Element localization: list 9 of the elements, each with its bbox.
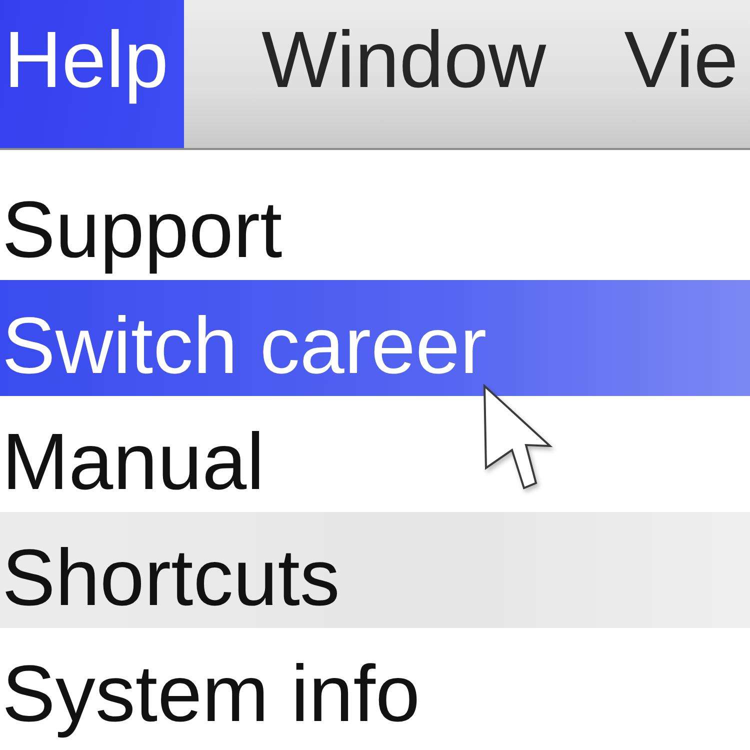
menu-bar-item[interactable]: Vie — [624, 0, 738, 148]
menu-item[interactable]: Switch career — [0, 280, 750, 396]
menu-item[interactable]: Support — [0, 164, 750, 280]
menu-item[interactable]: Manual — [0, 396, 750, 512]
menu-item[interactable]: System info — [0, 628, 750, 744]
menu-bar-item[interactable]: Help — [0, 0, 184, 148]
menu-bar-item[interactable]: Window — [262, 0, 546, 148]
menu-item[interactable]: Shortcuts — [0, 512, 750, 628]
arrow-cursor-icon — [483, 384, 553, 492]
